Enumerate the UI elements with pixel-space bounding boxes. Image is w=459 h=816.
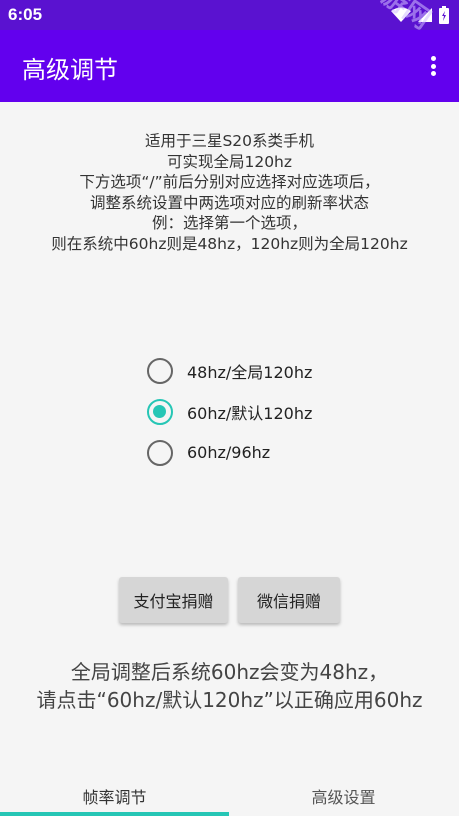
radio-label: 60hz/默认120hz [187,403,313,423]
more-vert-icon[interactable] [421,52,445,80]
radio-option-60hz-default[interactable]: 60hz/默认120hz [147,391,312,432]
battery-icon [439,6,449,24]
radio-button[interactable] [147,398,173,425]
overflow-dot [430,71,436,76]
description-line: 可实现全局120hz [166,152,293,171]
overflow-dot [430,56,436,61]
notice-line: 全局调整后系统60hz会变为48hz， [70,660,389,684]
description-line: 则在系统中60hz则是48hz，120hz则为全局120hz [51,234,408,253]
description-line: 例：选择第一个选项， [151,214,307,232]
description-line: 适用于三星S20系类手机 [144,132,315,150]
app-bar: 高级调节 [0,30,459,102]
wechat-donate-button[interactable]: 微信捐赠 [238,577,340,623]
radio-label: 60hz/96hz [187,443,271,462]
notice-line: 请点击“60hz/默认120hz”以正确应用60hz [36,688,423,712]
tab-frame-rate[interactable]: 帧率调节 [0,776,229,816]
description-line: 调整系统设置中两选项对应的刷新率状态 [89,193,369,212]
description-line: 下方选项“/”前后分别对应选择对应选项后， [79,173,380,191]
radio-option-48hz[interactable]: 48hz/全局120hz [147,350,312,391]
radio-option-60hz-96hz[interactable]: 60hz/96hz [147,432,312,473]
status-time: 6:05 [8,5,43,24]
alipay-donate-button[interactable]: 支付宝捐赠 [119,577,228,623]
radio-button[interactable] [147,439,173,466]
app-title: 高级调节 [22,56,118,84]
description-text: 适用于三星S20系类手机 可实现全局120hz 下方选项“/”前后分别对应选择对… [0,131,459,254]
tab-indicator [0,812,229,816]
radio-button[interactable] [147,357,173,384]
refresh-rate-radio-group: 48hz/全局120hz 60hz/默认120hz 60hz/96hz [147,350,312,473]
radio-label: 48hz/全局120hz [187,362,313,382]
bottom-tab-bar: 帧率调节 高级设置 [0,776,459,816]
tab-advanced-settings[interactable]: 高级设置 [229,776,458,816]
overflow-dot [430,63,436,69]
notice-text: 全局调整后系统60hz会变为48hz， 请点击“60hz/默认120hz”以正确… [0,658,459,714]
